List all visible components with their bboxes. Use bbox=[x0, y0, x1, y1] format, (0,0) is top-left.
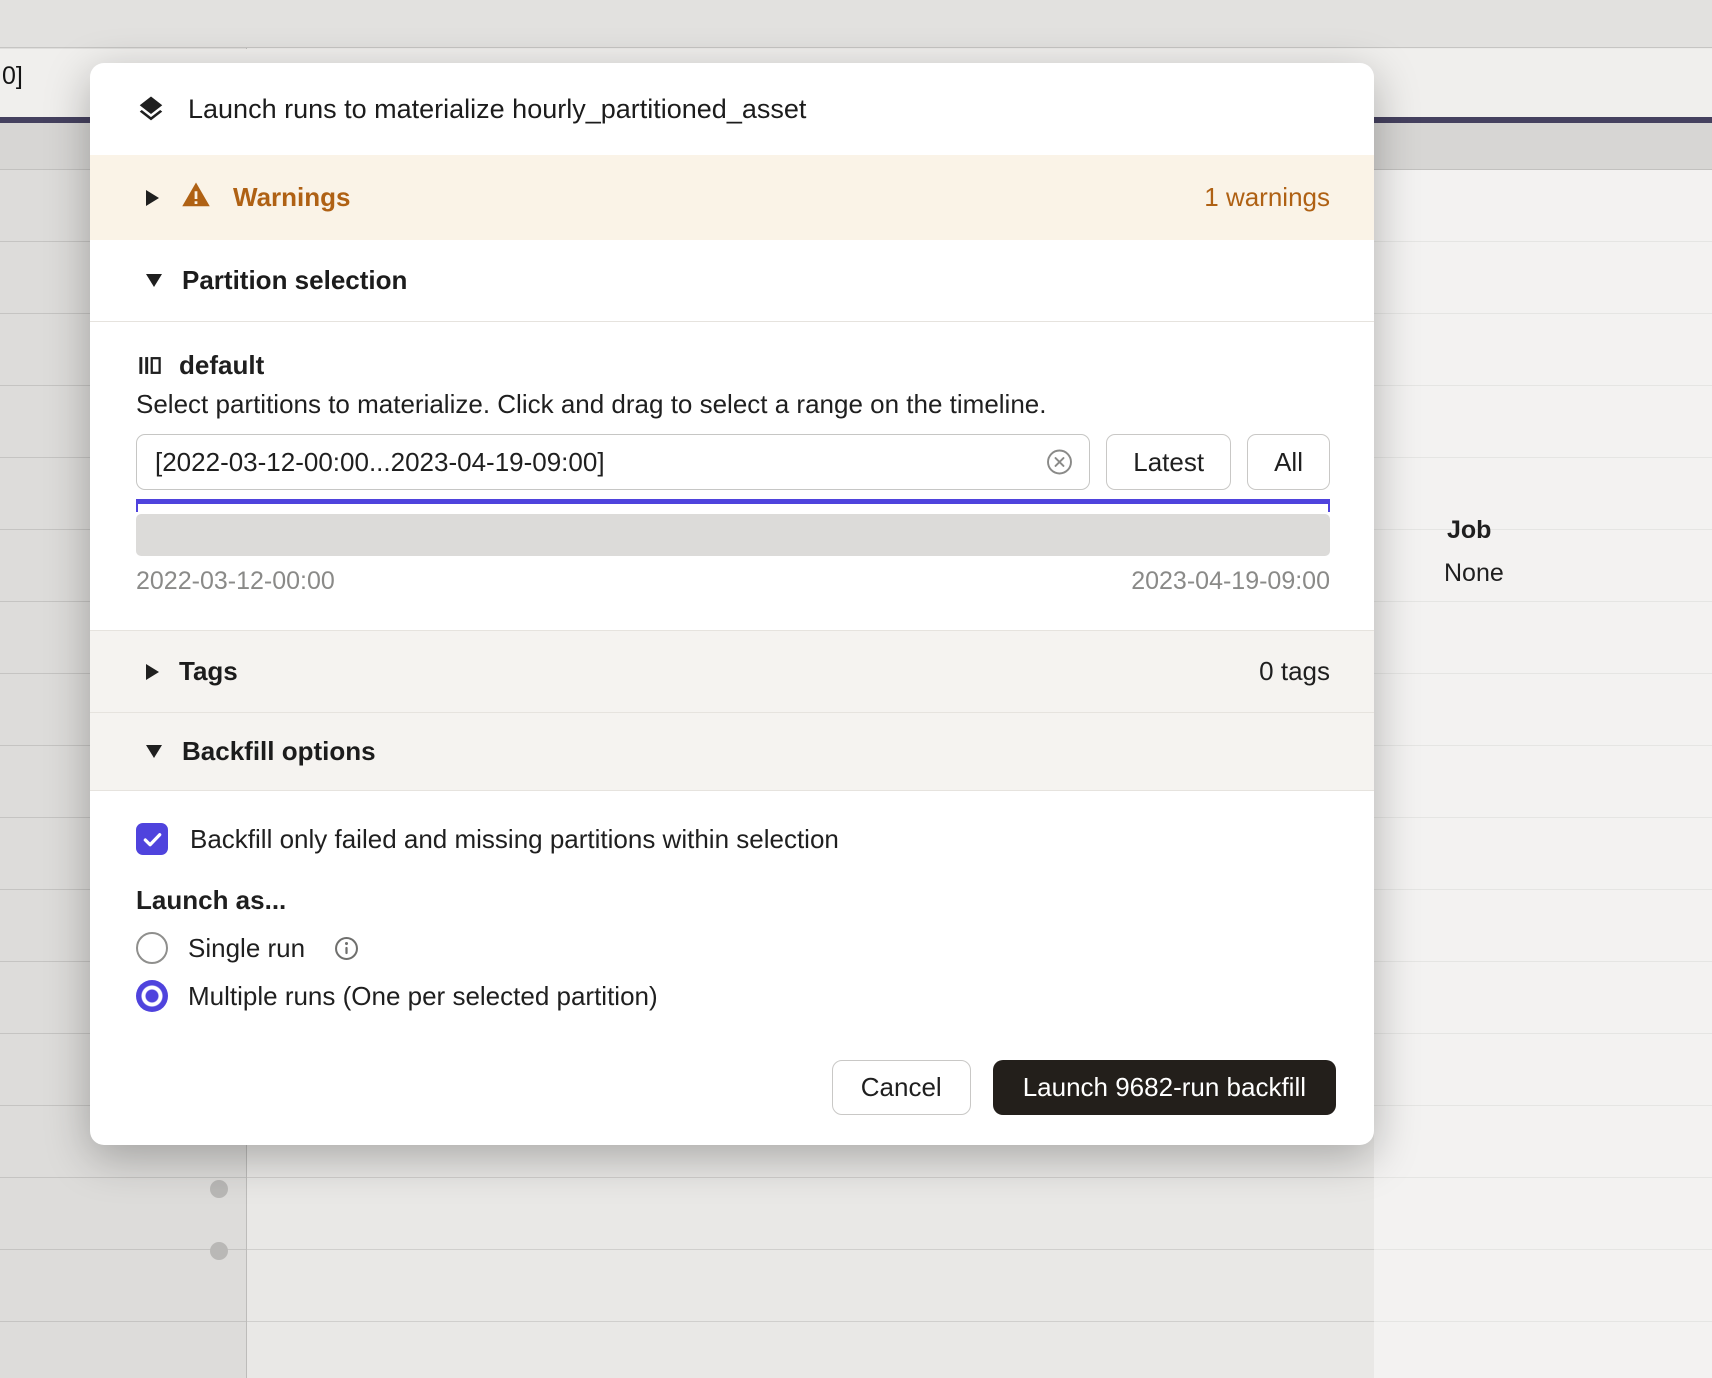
partition-set-name: default bbox=[179, 350, 264, 381]
timeline-selection-rule bbox=[136, 499, 1330, 512]
dialog-header: Launch runs to materialize hourly_partit… bbox=[90, 63, 1374, 155]
clear-input-icon[interactable] bbox=[1045, 448, 1074, 477]
background-bullet-dot bbox=[210, 1180, 228, 1198]
partition-set-icon bbox=[136, 352, 163, 379]
backfill-only-failed-checkbox[interactable]: Backfill only failed and missing partiti… bbox=[136, 823, 1328, 855]
checkbox-label: Backfill only failed and missing partiti… bbox=[190, 824, 839, 855]
backfill-options-toggle[interactable]: Backfill options bbox=[90, 713, 1374, 791]
timeline-start-label: 2022-03-12-00:00 bbox=[136, 567, 335, 596]
partition-selection-label: Partition selection bbox=[182, 265, 407, 296]
multiple-runs-radio[interactable]: Multiple runs (One per selected partitio… bbox=[136, 980, 1328, 1012]
multiple-runs-label: Multiple runs (One per selected partitio… bbox=[188, 981, 658, 1012]
latest-button[interactable]: Latest bbox=[1106, 434, 1231, 490]
all-button[interactable]: All bbox=[1247, 434, 1330, 490]
tags-label: Tags bbox=[179, 656, 238, 687]
chevron-right-icon bbox=[146, 664, 159, 680]
materialize-layers-icon bbox=[136, 94, 166, 124]
backfill-options-body: Backfill only failed and missing partiti… bbox=[90, 791, 1374, 1022]
background-right-panel bbox=[1374, 170, 1712, 1378]
backfill-options-label: Backfill options bbox=[182, 736, 376, 767]
dialog-footer: Cancel Launch 9682-run backfill bbox=[90, 1030, 1374, 1145]
chevron-down-icon bbox=[146, 274, 162, 287]
partition-description: Select partitions to materialize. Click … bbox=[136, 389, 1330, 420]
radio-selected-icon bbox=[136, 980, 168, 1012]
info-icon[interactable] bbox=[333, 935, 360, 962]
chevron-down-icon bbox=[146, 745, 162, 758]
partition-selection-toggle[interactable]: Partition selection bbox=[90, 240, 1374, 322]
background-bullet-dot bbox=[210, 1242, 228, 1260]
partition-timeline[interactable] bbox=[136, 514, 1330, 556]
cancel-button[interactable]: Cancel bbox=[832, 1060, 971, 1115]
single-run-label: Single run bbox=[188, 933, 305, 964]
background-text-fragment: 0] bbox=[2, 62, 23, 91]
checkbox-checked-icon bbox=[136, 823, 168, 855]
partition-range-field bbox=[136, 434, 1090, 490]
partition-range-input[interactable] bbox=[136, 434, 1090, 490]
tags-count: 0 tags bbox=[1259, 656, 1330, 687]
warnings-label: Warnings bbox=[233, 182, 350, 213]
launch-backfill-button[interactable]: Launch 9682-run backfill bbox=[993, 1060, 1336, 1115]
launch-as-label: Launch as... bbox=[136, 885, 1328, 916]
partition-selection-body: default Select partitions to materialize… bbox=[90, 322, 1374, 630]
timeline-end-label: 2023-04-19-09:00 bbox=[1131, 567, 1330, 596]
tags-section-toggle[interactable]: Tags 0 tags bbox=[90, 630, 1374, 713]
chevron-right-icon bbox=[146, 190, 159, 206]
background-top-bar bbox=[0, 0, 1712, 48]
background-job-value: None bbox=[1444, 559, 1504, 588]
single-run-radio[interactable]: Single run bbox=[136, 932, 1328, 964]
warnings-section-toggle[interactable]: Warnings 1 warnings bbox=[90, 155, 1374, 240]
launch-backfill-dialog: Launch runs to materialize hourly_partit… bbox=[90, 63, 1374, 1145]
radio-unselected-icon bbox=[136, 932, 168, 964]
warning-triangle-icon bbox=[181, 180, 211, 215]
dialog-title: Launch runs to materialize hourly_partit… bbox=[188, 94, 806, 125]
background-job-label: Job bbox=[1447, 516, 1491, 545]
warnings-count: 1 warnings bbox=[1204, 182, 1330, 213]
